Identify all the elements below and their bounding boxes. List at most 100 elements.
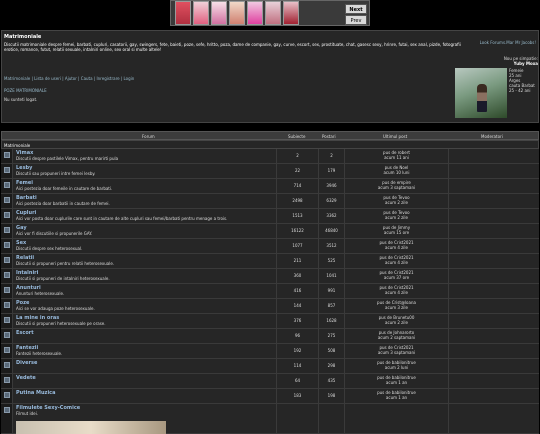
forum-row: Vedete 64 435 pus de babilonitrue acum 1 an xyxy=(1,374,539,389)
banner-thumbnail[interactable] xyxy=(175,1,191,25)
forum-last-post[interactable]: pus de Tevoo acum 2 zile xyxy=(344,209,448,223)
forum-last-post[interactable]: pus de Tevoo acum 2 zile xyxy=(344,194,448,208)
forum-description: Aici se vor adauga poze heterosexuale. xyxy=(16,306,95,311)
forum-row: Intalniri Discutii si propuneri de intaln… xyxy=(1,269,539,284)
forum-description: Aici vor fi discutiile si propunerile GA… xyxy=(16,231,93,236)
forum-last-post[interactable]: pus de babilonitrue acum 2 luni xyxy=(344,359,448,373)
banner-thumbnail[interactable] xyxy=(247,1,263,25)
banner-thumbnail[interactable] xyxy=(283,1,299,25)
forum-title[interactable]: Diverse xyxy=(16,360,37,366)
look-forums-link[interactable]: Look Forums.Mar Mr Jacobs! xyxy=(480,40,536,45)
forum-description: Filmut idei. xyxy=(16,411,38,416)
col-topics: Subiecte xyxy=(288,134,306,139)
forum-last-post[interactable]: pus de babilonitrue acum 1 an xyxy=(344,374,448,388)
forum-moderators xyxy=(448,269,539,283)
forum-moderators xyxy=(448,389,539,403)
last-post-time: acum 3 saptamani xyxy=(377,350,416,355)
forum-row: Fantezii Fantezii heterosexuale. 192 508 pus… xyxy=(1,344,539,359)
forum-description: Discutii si propuneri de intalniri heter… xyxy=(16,276,110,281)
last-post-time: acum 4 zile xyxy=(385,260,408,265)
forum-topics: 2 xyxy=(276,149,318,163)
col-last-post: Ultimul post xyxy=(383,134,408,139)
forum-title[interactable]: Escort xyxy=(16,330,34,336)
new-member-age-range: 25 - 42 ani xyxy=(509,88,531,93)
forum-last-post[interactable]: pus de Brunetu00 acum 2 zile xyxy=(344,314,448,328)
nav-links[interactable]: Matrimoniale | Lista de useri | Ajutor |… xyxy=(4,76,134,81)
forum-last-post[interactable] xyxy=(344,404,448,433)
forum-folder-icon xyxy=(1,314,13,328)
forum-moderators xyxy=(448,299,539,313)
forum-folder-icon xyxy=(1,209,13,223)
last-post-time: acum 2 zile xyxy=(385,320,408,325)
banner-thumbnail[interactable] xyxy=(193,1,209,25)
forum-last-post[interactable]: pus de Noel acum 10 luni xyxy=(344,164,448,178)
last-post-time: acum 2 zile xyxy=(385,200,408,205)
forum-last-post[interactable]: pus de babilonitrue acum 1 an xyxy=(344,389,448,403)
forum-moderators xyxy=(448,374,539,388)
poze-link[interactable]: POZE MATRIMONIALE xyxy=(4,88,47,93)
forum-row: Poze Aici se vor adauga poze heterosexual… xyxy=(1,299,539,314)
banner-thumbnail[interactable] xyxy=(211,1,227,25)
forum-row: Barbati Aici postezia doar barbatii in ca… xyxy=(1,194,539,209)
prev-button[interactable]: Prev xyxy=(345,15,367,25)
forum-description: Aici vor posta doar cuplurile care sunt … xyxy=(16,216,228,221)
forum-last-post[interactable]: pus de Crist2021 acum 4 zile xyxy=(344,284,448,298)
forum-title[interactable]: Vedete xyxy=(16,375,36,381)
forum-table-header: Forum Subiecte Postari Ultimul post Mode… xyxy=(1,131,539,140)
forum-description: Fantezii heterosexuale. xyxy=(16,351,63,356)
forum-topics: 183 xyxy=(276,389,318,403)
col-forum: Forum xyxy=(142,134,155,139)
forum-row: Gay Aici vor fi discutiile si propunerile… xyxy=(1,224,539,239)
forum-description: Discutii si propuneri pentru relatii het… xyxy=(16,261,115,266)
last-post-time: acum 2 luni xyxy=(384,365,409,370)
forum-topics: 144 xyxy=(276,299,318,313)
forum-last-post[interactable]: pus de Crist@loana acum 3 zile xyxy=(344,299,448,313)
forum-folder-icon xyxy=(1,344,13,358)
forum-folder-icon xyxy=(1,269,13,283)
forum-table: Forum Subiecte Postari Ultimul post Mode… xyxy=(1,131,539,434)
forum-row: Vimax Discutii despre pastilele Vimax, pe… xyxy=(1,149,539,164)
category-row[interactable]: Matrimoniale xyxy=(1,140,539,149)
forum-posts: 46840 xyxy=(318,224,344,238)
forum-row: La mine in oras Discutii si propuneri het… xyxy=(1,314,539,329)
forum-last-post[interactable]: pus de robert acum 11 ani xyxy=(344,149,448,163)
forum-posts: 525 xyxy=(318,254,344,268)
forum-moderators xyxy=(448,149,539,163)
forum-moderators xyxy=(448,359,539,373)
forum-last-post[interactable]: pus de Crist2021 acum 4 zile xyxy=(344,239,448,253)
forum-moderators xyxy=(448,254,539,268)
last-post-time: acum 2 zile xyxy=(385,215,408,220)
next-button[interactable]: Next xyxy=(345,4,367,14)
forum-topics: 360 xyxy=(276,269,318,283)
forum-topics: 16122 xyxy=(276,224,318,238)
site-title[interactable]: Matrimoniale xyxy=(4,34,41,40)
forum-folder-icon xyxy=(1,374,13,388)
forum-description: Aici postezia doar barbatii in cautare d… xyxy=(16,201,110,206)
forum-topics: 376 xyxy=(276,314,318,328)
last-post-time: acum 1 an xyxy=(385,395,408,400)
forum-folder-icon xyxy=(1,389,13,403)
forum-moderators xyxy=(448,179,539,193)
forum-folder-icon xyxy=(1,164,13,178)
forum-title[interactable]: Putina Muzica xyxy=(16,390,56,396)
forum-last-post[interactable]: pus de Crist2021 acum 37 ore xyxy=(344,269,448,283)
forum-description: Anunturi heterosexuale. xyxy=(16,291,65,296)
forum-folder-icon xyxy=(1,179,13,193)
banner-thumbnail[interactable] xyxy=(229,1,245,25)
banner-thumbnail[interactable] xyxy=(265,1,281,25)
forum-last-post[interactable]: pus de Crist2021 acum 3 saptamani xyxy=(344,344,448,358)
forum-folder-icon xyxy=(1,284,13,298)
forum-last-post[interactable]: pus de Jimmy acum 15 ore xyxy=(344,224,448,238)
last-post-time: acum 2 saptamani xyxy=(377,335,416,340)
new-member-name[interactable]: Yuby Moxa xyxy=(514,61,538,66)
forum-folder-icon xyxy=(1,194,13,208)
forum-topics: 1077 xyxy=(276,239,318,253)
forum-last-post[interactable]: pus de empire acum 3 saptamani xyxy=(344,179,448,193)
forum-last-post[interactable]: pus de Johnarorto acum 2 saptamani xyxy=(344,329,448,343)
video-preview[interactable] xyxy=(16,421,166,434)
forum-last-post[interactable]: pus de Crist2021 acum 4 zile xyxy=(344,254,448,268)
new-member-photo[interactable] xyxy=(455,68,507,118)
forum-topics: 416 xyxy=(276,284,318,298)
forum-row: Filmulete Sexy-Comice Filmut idei. xyxy=(1,404,539,434)
forum-row: Sex Discutii despre sex heterosexual. 1077… xyxy=(1,239,539,254)
